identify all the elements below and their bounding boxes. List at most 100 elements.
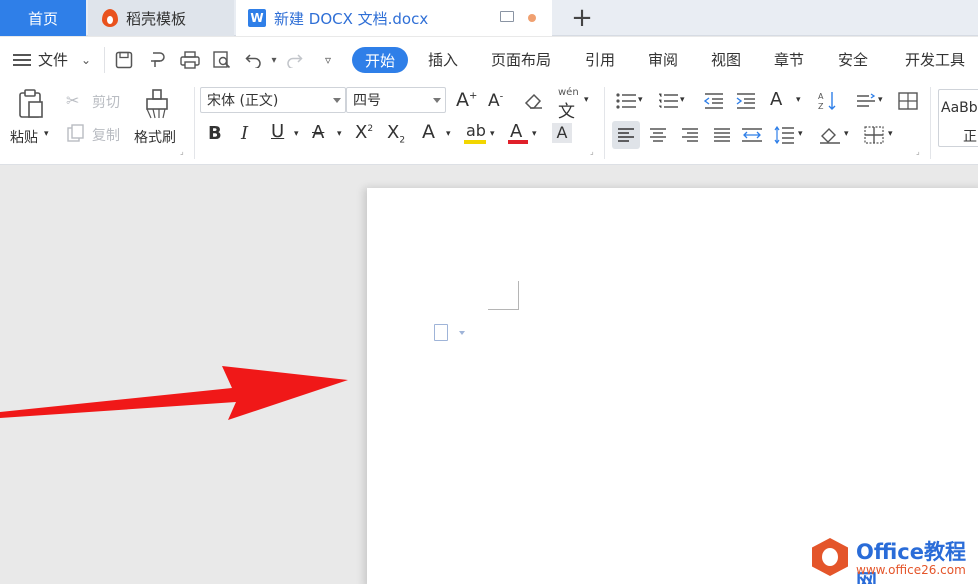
character-spacing-icon[interactable]: A [770,89,782,110]
annotation-arrow [0,366,348,420]
chevron-down-icon[interactable]: ▾ [680,95,685,105]
strikethrough-icon[interactable]: A [312,122,324,143]
distributed-align-icon[interactable] [740,123,764,147]
redo-icon[interactable] [284,50,304,70]
chevron-down-icon [433,98,441,103]
style-name: 正 [963,129,977,145]
character-shading-icon[interactable]: A [552,123,572,143]
sort-icon[interactable]: AZ [816,89,840,113]
chevron-down-icon[interactable]: ▾ [294,129,299,139]
menu-tab-page-layout[interactable]: 页面布局 [491,49,551,70]
clear-formatting-icon[interactable] [522,89,546,113]
chevron-down-icon[interactable]: ▾ [532,129,537,139]
increase-font-size-icon[interactable]: A+ [456,89,477,111]
chevron-down-icon[interactable]: ▾ [446,129,451,139]
paste-button[interactable]: 粘贴 [10,127,38,147]
paragraph-launcher-icon[interactable]: ⌟ [916,147,920,156]
superscript-icon[interactable]: X2 [355,122,373,143]
paste-dropdown-icon[interactable]: ▾ [44,129,49,139]
menu-tab-insert[interactable]: 插入 [428,49,458,70]
chevron-down-icon[interactable]: ▾ [844,129,849,139]
font-launcher-icon[interactable]: ⌟ [590,147,594,156]
menu-tab-developer[interactable]: 开发工具 [905,49,965,70]
chevron-down-icon[interactable]: ⌄ [76,50,96,70]
chevron-down-icon[interactable]: ▾ [796,95,801,105]
align-left-icon[interactable] [612,121,640,149]
style-normal-card[interactable]: AaBb 正 [938,89,978,147]
output-format-icon[interactable] [148,50,168,70]
document-paragraph-icon[interactable] [434,324,448,341]
bold-icon[interactable]: B [208,123,222,144]
font-family-value: 宋体 (正文) [207,93,279,109]
chevron-down-icon [333,98,341,103]
scissors-icon[interactable]: ✂ [66,91,79,110]
document-page[interactable] [367,188,978,584]
font-family-select[interactable]: 宋体 (正文) [200,87,346,113]
format-painter-icon[interactable] [143,89,171,119]
customize-toolbar-icon[interactable]: ▿ [318,50,338,70]
tab-template[interactable]: 稻壳模板 [88,0,234,36]
increase-indent-icon[interactable] [734,89,758,113]
font-color-bar [508,140,528,144]
style-sample: AaBb [941,100,978,116]
menu-tab-review[interactable]: 审阅 [648,49,678,70]
table-insert-icon[interactable] [896,89,920,113]
show-hide-icon[interactable] [854,89,878,113]
underline-icon[interactable]: U [271,121,284,142]
monitor-icon[interactable] [500,11,514,22]
format-painter-button[interactable]: 格式刷 [134,127,176,147]
print-preview-icon[interactable] [212,50,232,70]
menu-tab-home[interactable]: 开始 [352,47,408,73]
numbered-list-icon[interactable] [656,89,680,113]
copy-icon[interactable] [64,121,88,145]
align-right-icon[interactable] [678,123,702,147]
clipboard-launcher-icon[interactable]: ⌟ [180,147,184,156]
borders-icon[interactable] [862,123,886,147]
phonetic-guide-icon[interactable]: 文 [558,97,575,122]
print-icon[interactable] [180,50,200,70]
undo-dropdown-icon[interactable]: ▾ [264,50,284,70]
bullet-list-icon[interactable] [614,89,638,113]
paste-icon[interactable] [16,89,46,119]
menu-file[interactable]: 文件 [38,49,68,70]
tab-home-label: 首页 [27,9,58,28]
font-color-icon[interactable]: A [510,121,522,142]
chevron-down-icon[interactable]: ▾ [878,95,883,105]
menu-hamburger-icon[interactable] [12,50,32,70]
ribbon-separator [194,87,195,159]
decrease-indent-icon[interactable] [702,89,726,113]
decrease-font-size-icon[interactable]: A- [488,91,503,111]
font-size-select[interactable]: 四号 [346,87,446,113]
shading-icon[interactable] [818,123,842,147]
justify-icon[interactable] [710,123,734,147]
chevron-down-icon[interactable]: ▾ [584,95,589,105]
tab-home[interactable]: 首页 [0,0,86,36]
svg-text:Z: Z [818,102,824,111]
chevron-down-icon[interactable]: ▾ [888,129,893,139]
line-spacing-icon[interactable] [772,123,796,147]
save-icon[interactable] [114,50,134,70]
highlight-icon[interactable]: ab [466,121,486,140]
menu-bar: 文件 ⌄ ▾ ▿ 开始 插入 页面布局 引用 审阅 视图 章节 安全 开发工具 [0,37,978,81]
text-effect-icon[interactable]: A [422,121,435,143]
italic-icon[interactable]: I [241,123,248,144]
svg-text:A: A [818,92,824,101]
menu-tab-view[interactable]: 视图 [711,49,741,70]
subscript-icon[interactable]: X2 [387,122,405,146]
copy-button[interactable]: 复制 [92,125,120,145]
cut-button[interactable]: 剪切 [92,92,120,112]
align-center-icon[interactable] [646,123,670,147]
chevron-down-icon[interactable] [459,331,465,335]
menu-tab-references[interactable]: 引用 [585,49,615,70]
ribbon-separator [930,87,931,159]
chevron-down-icon[interactable]: ▾ [490,129,495,139]
new-tab-button[interactable]: + [570,0,594,36]
menu-tab-section[interactable]: 章节 [774,49,804,70]
menu-tab-security[interactable]: 安全 [838,49,868,70]
tab-document[interactable]: W 新建 DOCX 文档.docx [236,0,552,36]
chevron-down-icon[interactable]: ▾ [638,95,643,105]
undo-icon[interactable] [244,50,264,70]
chevron-down-icon[interactable]: ▾ [798,129,803,139]
chevron-down-icon[interactable]: ▾ [337,129,342,139]
highlight-color-bar [464,140,486,144]
